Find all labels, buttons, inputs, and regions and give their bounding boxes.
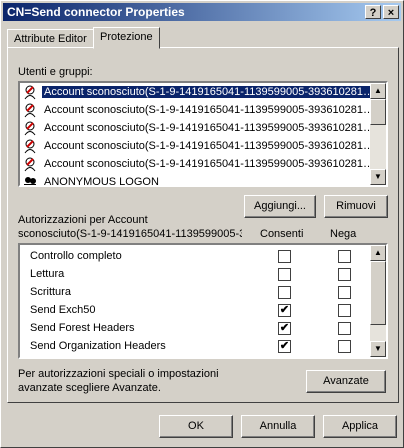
permissions-list: Controllo completo Lettura Scrittura Send E… <box>18 243 388 359</box>
permission-row: Scrittura <box>30 283 360 301</box>
properties-dialog: CN=Send connector Properties ? × Attribu… <box>0 0 404 448</box>
perm-scroll-up-icon[interactable]: ▲ <box>370 245 386 261</box>
remove-button[interactable]: Rimuovi <box>324 195 388 218</box>
deny-column-header: Nega <box>330 228 357 240</box>
users-list[interactable]: Account sconosciuto(S-1-9-1419165041-113… <box>18 81 388 187</box>
unknown-user-icon <box>22 84 38 100</box>
advanced-button[interactable]: Avanzate <box>306 370 386 393</box>
user-name: ANONYMOUS LOGON <box>44 176 159 187</box>
permission-name: Scrittura <box>30 286 71 298</box>
user-list-item[interactable]: Account sconosciuto(S-1-9-1419165041-113… <box>22 137 374 155</box>
user-name: Account sconosciuto(S-1-9-1419165041-113… <box>44 158 375 170</box>
permissions-label-line1: Autorizzazioni per Account <box>18 214 148 226</box>
group-icon <box>22 174 38 185</box>
user-name: Account sconosciuto(S-1-9-1419165041-113… <box>44 140 375 152</box>
permission-row: Send Organization Headers ✔ <box>30 337 360 355</box>
user-list-item[interactable]: ANONYMOUS LOGON <box>22 173 368 187</box>
users-scrollbar[interactable]: ▲ ▼ <box>370 83 386 185</box>
scroll-thumb[interactable] <box>370 99 386 125</box>
permissions-label-line2: sconosciuto(S-1-9-1419165041-1139599005-… <box>18 228 242 240</box>
unknown-user-icon <box>22 120 38 136</box>
allow-checkbox[interactable] <box>278 268 291 281</box>
unknown-user-icon <box>22 156 38 172</box>
window-title: CN=Send connector Properties <box>7 5 185 19</box>
users-label: Utenti e gruppi: <box>18 66 93 78</box>
deny-checkbox[interactable] <box>338 250 351 263</box>
permissions-scrollbar[interactable]: ▲ ▼ <box>370 245 386 357</box>
unknown-user-icon <box>22 138 38 154</box>
help-button[interactable]: ? <box>365 5 381 19</box>
allow-checkbox[interactable]: ✔ <box>278 340 291 353</box>
allow-column-header: Consenti <box>260 228 304 240</box>
unknown-user-icon <box>22 102 38 118</box>
user-name: Account sconosciuto(S-1-9-1419165041-113… <box>44 122 375 134</box>
allow-checkbox[interactable] <box>278 250 291 263</box>
permission-name: Send Organization Headers <box>30 340 166 352</box>
allow-checkbox[interactable]: ✔ <box>278 304 291 317</box>
deny-checkbox[interactable] <box>338 268 351 281</box>
permission-row: Send Exch50 ✔ <box>30 301 360 319</box>
deny-checkbox[interactable] <box>338 304 351 317</box>
add-button[interactable]: Aggiungi... <box>244 195 316 218</box>
cancel-button[interactable]: Annulla <box>241 415 315 438</box>
permission-row: Send Forest Headers ✔ <box>30 319 360 337</box>
permission-name: Send Exch50 <box>30 304 96 316</box>
deny-checkbox[interactable] <box>338 322 351 335</box>
permission-name: Lettura <box>30 268 65 280</box>
deny-checkbox[interactable] <box>338 286 351 299</box>
allow-checkbox[interactable]: ✔ <box>278 322 291 335</box>
advanced-note-line2: avanzate scegliere Avanzate. <box>18 382 161 394</box>
scroll-down-icon[interactable]: ▼ <box>370 169 386 185</box>
scroll-up-icon[interactable]: ▲ <box>370 83 386 99</box>
close-button[interactable]: × <box>383 5 399 19</box>
user-name: Account sconosciuto(S-1-9-1419165041-113… <box>40 85 378 99</box>
perm-scroll-down-icon[interactable]: ▼ <box>370 341 386 357</box>
advanced-note-line1: Per autorizzazioni speciali o impostazio… <box>18 368 219 380</box>
user-name: Account sconosciuto(S-1-9-1419165041-113… <box>44 104 375 116</box>
user-list-item[interactable]: Account sconosciuto(S-1-9-1419165041-113… <box>22 155 374 173</box>
permission-row: Lettura <box>30 265 360 283</box>
perm-scroll-thumb[interactable] <box>370 261 386 325</box>
permission-name: Send Forest Headers <box>30 322 135 334</box>
user-list-item[interactable]: Account sconosciuto(S-1-9-1419165041-113… <box>22 119 374 137</box>
tab-protezione[interactable]: Protezione <box>93 27 160 49</box>
permission-name: Controllo completo <box>30 250 122 262</box>
allow-checkbox[interactable] <box>278 286 291 299</box>
security-panel: Utenti e gruppi: Account sconosciuto(S-1… <box>7 47 399 403</box>
ok-button[interactable]: OK <box>159 415 233 438</box>
permission-row: Controllo completo <box>30 247 360 265</box>
apply-button[interactable]: Applica <box>323 415 397 438</box>
deny-checkbox[interactable] <box>338 340 351 353</box>
title-bar: CN=Send connector Properties ? × <box>3 3 401 21</box>
tab-attribute-editor[interactable]: Attribute Editor <box>7 29 94 47</box>
user-list-item[interactable]: Account sconosciuto(S-1-9-1419165041-113… <box>22 101 374 119</box>
user-list-item[interactable]: Account sconosciuto(S-1-9-1419165041-113… <box>22 83 378 101</box>
